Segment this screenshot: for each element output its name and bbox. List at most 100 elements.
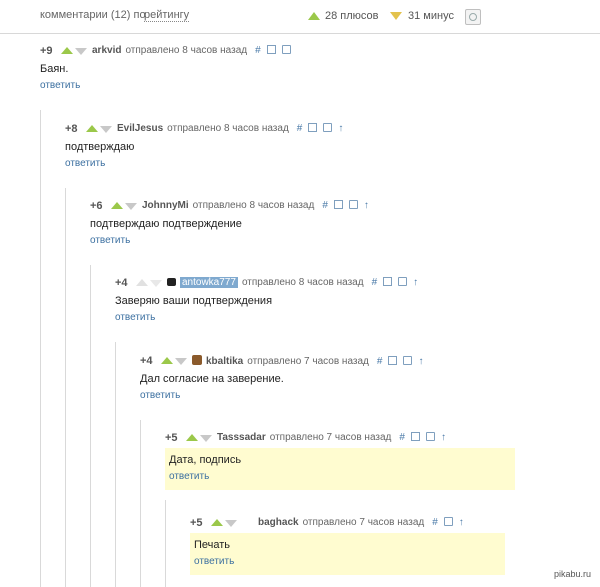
mask-avatar-icon: [167, 278, 176, 286]
comment-text: Дал согласие на заверение.: [140, 373, 284, 385]
comment-meta: antowka777 отправлено 8 часов назад # ↑: [167, 277, 418, 288]
comment-author[interactable]: kbaltika: [206, 356, 243, 367]
permalink-icon[interactable]: #: [432, 517, 438, 528]
thread-guide-line: [65, 188, 66, 587]
comment: +5 Tasssadar отправлено 7 часов назад # ↑ Д…: [165, 431, 515, 495]
comment-text: Заверяю ваши подтверждения: [115, 295, 273, 307]
plus-triangle-icon: [308, 12, 320, 20]
vote-up-icon[interactable]: [136, 279, 148, 286]
reply-link[interactable]: ответить: [140, 390, 180, 401]
save-icon[interactable]: [323, 123, 333, 132]
vote-down-icon[interactable]: [200, 435, 212, 442]
comment: +6 JohnnyMi отправлено 8 часов назад # ↑ по…: [90, 199, 520, 263]
settings-icon[interactable]: [465, 9, 481, 25]
permalink-icon[interactable]: #: [399, 432, 405, 443]
comment-text: Дата, подпись: [169, 454, 242, 466]
collapse-icon[interactable]: [333, 200, 343, 209]
save-icon[interactable]: [425, 432, 435, 441]
comment-score: +4: [140, 355, 153, 367]
comment-meta: baghack отправлено 7 часов назад # ↑: [258, 517, 464, 528]
vote-down-icon[interactable]: [100, 126, 112, 133]
comment: +9 arkvid отправлено 8 часов назад # Баян.…: [40, 44, 520, 108]
comment-author[interactable]: antowka777: [180, 277, 238, 288]
comment-meta: Tasssadar отправлено 7 часов назад # ↑: [217, 432, 446, 443]
comment-meta: EvilJesus отправлено 8 часов назад # ↑: [117, 123, 343, 134]
comment-score: +5: [165, 432, 178, 444]
sort-by-rating-dropdown[interactable]: рейтингу: [144, 9, 190, 22]
comment-time: отправлено 8 часов назад: [125, 45, 248, 56]
comment-author[interactable]: baghack: [258, 517, 299, 528]
collapse-icon[interactable]: [383, 277, 393, 286]
reply-link[interactable]: ответить: [194, 556, 234, 567]
comment-highlight: [190, 533, 505, 575]
vote-down-icon[interactable]: [125, 203, 137, 210]
minus-triangle-icon: [390, 12, 402, 20]
reply-link[interactable]: ответить: [169, 471, 209, 482]
thread-guide-line: [40, 110, 41, 587]
reply-link[interactable]: ответить: [40, 80, 80, 91]
comment-score: +5: [190, 517, 203, 529]
vote-down-icon[interactable]: [225, 520, 237, 527]
comment-author[interactable]: EvilJesus: [117, 123, 163, 134]
thread-guide-line: [115, 342, 116, 587]
comment-score: +6: [90, 200, 103, 212]
vote-up-icon[interactable]: [186, 434, 198, 441]
reply-link[interactable]: ответить: [65, 158, 105, 169]
vote-up-icon[interactable]: [111, 202, 123, 209]
vote-down-icon[interactable]: [150, 280, 162, 287]
comment-time: отправлено 7 часов назад: [269, 432, 392, 443]
comment-time: отправлено 8 часов назад: [241, 277, 364, 288]
parent-arrow-icon[interactable]: ↑: [459, 517, 464, 528]
comment-score: +9: [40, 45, 53, 57]
comment-time: отправлено 7 часов назад: [302, 517, 425, 528]
permalink-icon[interactable]: #: [377, 356, 383, 367]
vote-up-icon[interactable]: [211, 519, 223, 526]
permalink-icon[interactable]: #: [322, 200, 328, 211]
comments-count-label: комментарии (12) по: [40, 9, 146, 21]
comment-meta: kbaltika отправлено 7 часов назад # ↑: [192, 355, 423, 367]
comment: +4 antowka777 отправлено 8 часов назад # ↑ …: [115, 276, 520, 340]
vote-up-icon[interactable]: [86, 125, 98, 132]
minus-count: 31 минус: [408, 10, 454, 22]
parent-arrow-icon[interactable]: ↑: [441, 432, 446, 443]
parent-arrow-icon[interactable]: ↑: [418, 356, 423, 367]
comment-text: подтверждаю подтверждение: [90, 218, 242, 230]
vote-down-icon[interactable]: [175, 358, 187, 365]
vote-up-icon[interactable]: [61, 47, 73, 54]
save-icon[interactable]: [281, 45, 291, 54]
comment-text: Баян.: [40, 63, 69, 75]
collapse-icon[interactable]: [308, 123, 318, 132]
reply-link[interactable]: ответить: [90, 235, 130, 246]
comment-text: Печать: [194, 539, 231, 551]
thread-guide-line: [140, 420, 141, 587]
comment-meta: JohnnyMi отправлено 8 часов назад # ↑: [142, 200, 369, 211]
comment-author[interactable]: JohnnyMi: [142, 200, 189, 211]
permalink-icon[interactable]: #: [255, 45, 261, 56]
comment: +4 kbaltika отправлено 7 часов назад # ↑ Да…: [140, 354, 520, 418]
comment-score: +4: [115, 277, 128, 289]
parent-arrow-icon[interactable]: ↑: [364, 200, 369, 211]
comment: +5 baghack отправлено 7 часов назад # ↑ Печ…: [190, 516, 505, 580]
comments-header: комментарии (12) по рейтингу 28 плюсов 3…: [0, 0, 600, 34]
collapse-icon[interactable]: [266, 45, 276, 54]
save-icon[interactable]: [403, 356, 413, 365]
save-icon[interactable]: [443, 517, 453, 526]
save-icon[interactable]: [398, 277, 408, 286]
collapse-icon[interactable]: [410, 432, 420, 441]
vote-down-icon[interactable]: [75, 48, 87, 55]
vote-up-icon[interactable]: [161, 357, 173, 364]
comment-score: +8: [65, 123, 78, 135]
permalink-icon[interactable]: #: [297, 123, 303, 134]
parent-arrow-icon[interactable]: ↑: [338, 123, 343, 134]
comment: +8 EvilJesus отправлено 8 часов назад # ↑ п…: [65, 122, 520, 186]
parent-arrow-icon[interactable]: ↑: [413, 277, 418, 288]
reply-link[interactable]: ответить: [115, 312, 155, 323]
thread-guide-line: [165, 500, 166, 587]
permalink-icon[interactable]: #: [372, 277, 378, 288]
comment-text: подтверждаю: [65, 141, 135, 153]
collapse-icon[interactable]: [388, 356, 398, 365]
header-divider: [0, 33, 600, 34]
comment-author[interactable]: Tasssadar: [217, 432, 266, 443]
comment-author[interactable]: arkvid: [92, 45, 121, 56]
save-icon[interactable]: [348, 200, 358, 209]
